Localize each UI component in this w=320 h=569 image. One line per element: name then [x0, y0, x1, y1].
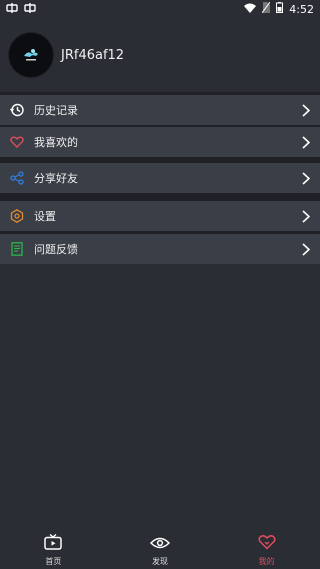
- status-right-icons: 4:52: [244, 1, 314, 16]
- eye-icon: [149, 535, 171, 554]
- chevron-right-icon: [300, 135, 312, 149]
- menu-item-favorites[interactable]: 我喜欢的: [0, 127, 320, 157]
- menu-item-history[interactable]: 历史记录: [0, 95, 320, 125]
- status-left-icons: [6, 2, 36, 17]
- history-icon: [10, 103, 24, 117]
- tv-icon: [44, 533, 63, 554]
- notification-icon: [6, 2, 18, 17]
- divider: [0, 193, 320, 201]
- menu-item-settings[interactable]: 设置: [0, 201, 320, 231]
- heart-icon: [10, 135, 24, 149]
- menu-item-label: 我喜欢的: [34, 136, 78, 149]
- profile-header[interactable]: JRf46af12: [0, 18, 320, 92]
- feedback-document-icon: [10, 242, 24, 256]
- menu-item-label: 历史记录: [34, 104, 78, 117]
- share-icon: [10, 171, 24, 185]
- status-time: 4:52: [289, 2, 314, 16]
- username: JRf46af12: [61, 47, 125, 63]
- menu-item-share[interactable]: 分享好友: [0, 163, 320, 193]
- nav-mine[interactable]: 我的: [227, 534, 307, 567]
- battery-icon: [276, 2, 284, 16]
- chevron-right-icon: [300, 209, 312, 223]
- menu-item-label: 问题反馈: [34, 243, 78, 256]
- chevron-right-icon: [300, 103, 312, 117]
- status-bar: 4:52: [0, 0, 320, 18]
- menu-item-label: 设置: [34, 210, 56, 223]
- no-sim-icon: [261, 1, 271, 16]
- wifi-icon: [244, 3, 257, 16]
- bottom-nav: 首页 发现 我的: [0, 532, 320, 569]
- menu-item-feedback[interactable]: 问题反馈: [0, 234, 320, 264]
- avatar[interactable]: [9, 33, 53, 77]
- notification-icon: [24, 2, 36, 17]
- avatar-logo-icon: [19, 43, 43, 67]
- nav-label: 我的: [258, 557, 275, 566]
- heart-icon: [258, 534, 276, 554]
- nav-label: 发现: [151, 556, 168, 566]
- nav-home[interactable]: 首页: [13, 533, 93, 567]
- chevron-right-icon: [300, 171, 312, 185]
- gear-icon: [10, 209, 24, 223]
- nav-discover[interactable]: 发现: [120, 535, 200, 567]
- nav-label: 首页: [45, 557, 62, 566]
- chevron-right-icon: [300, 242, 312, 256]
- menu-item-label: 分享好友: [34, 172, 78, 185]
